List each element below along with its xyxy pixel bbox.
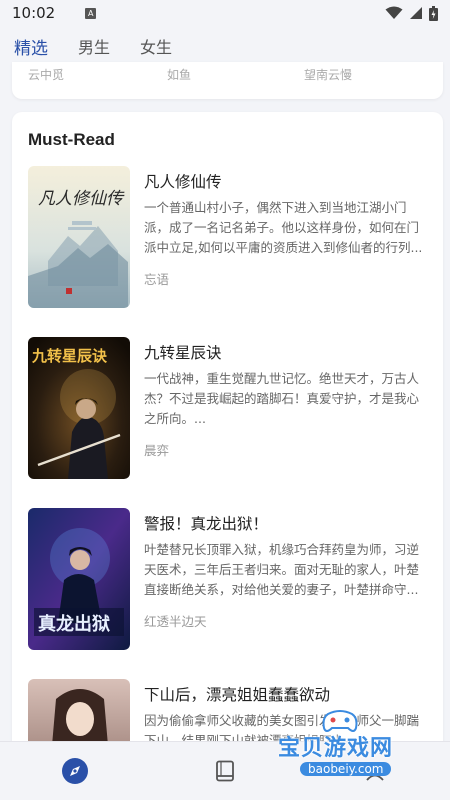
category-tabs: 精选 男生 女生 [0,26,450,66]
battery-icon [429,5,438,21]
book-title[interactable]: 凡人修仙传 [144,170,222,192]
book-item[interactable]: 凡人修仙传 凡人修仙传 一个普通山村小子，偶然下进入到当地江湖小门派，成了一名记… [28,166,428,308]
cover-title: 真龙出狱 [38,613,110,635]
book-author: 忘语 [144,272,170,287]
book-author: 晨弈 [144,443,170,458]
notification-icon: A [85,7,97,19]
status-icons [385,5,438,21]
author-name[interactable]: 云中觅 [28,66,64,83]
book-author: 红透半边天 [144,614,207,629]
must-read-card: Must-Read 凡人修仙传 凡人修仙传 一个普通山村小子，偶然下进入到当地江… [12,112,443,772]
nav-bookshelf-button[interactable] [205,751,245,791]
book-cover[interactable]: 真龙出狱 [28,508,130,650]
book-description: 一个普通山村小子，偶然下进入到当地江湖小门派，成了一名记名弟子。他以这样身份，如… [144,200,423,255]
status-time: 10:02 [12,4,56,22]
book-title[interactable]: 警报！真龙出狱！ [144,512,268,534]
book-cover[interactable]: 九转星辰诀 [28,337,130,479]
previous-section-card: 云中觅 如鱼 望南云慢 [12,62,443,99]
book-title[interactable]: 九转星辰诀 [144,341,222,363]
book-description: 一代战神，重生觉醒九世记忆。绝世天才，万古人杰？不过是我崛起的踏脚石！真爱守护，… [144,371,420,426]
wifi-icon [385,6,403,19]
book-title[interactable]: 下山后，漂亮姐姐蠢蠢欲动 [144,683,330,705]
book-icon [216,760,234,782]
nav-discover-button[interactable] [55,751,95,791]
watermark-text: 宝贝游戏网 [278,736,394,761]
book-cover[interactable]: 凡人修仙传 [28,166,130,308]
book-description: 叶楚替兄长顶罪入狱，机缘巧合拜药皇为师，习逆天医术，三年后王者归来。面对无耻的家… [144,542,420,597]
watermark: 宝贝游戏网 baobeiy.com [270,708,450,780]
tab-featured[interactable]: 精选 [14,34,48,59]
cover-title: 凡人修仙传 [38,189,125,209]
signal-icon [410,7,422,19]
author-name[interactable]: 望南云慢 [304,66,352,83]
tab-male[interactable]: 男生 [78,34,110,58]
author-name[interactable]: 如鱼 [167,66,191,83]
section-title: Must-Read [28,130,115,149]
book-item[interactable]: 九转星辰诀 九转星辰诀 一代战神，重生觉醒九世记忆。绝世天才，万古人杰？不过是我… [28,337,428,479]
watermark-url: baobeiy.com [300,762,392,776]
cover-title: 九转星辰诀 [31,347,108,365]
status-bar: 10:02 A [0,0,450,26]
tab-female[interactable]: 女生 [140,34,172,58]
book-item[interactable]: 真龙出狱 警报！真龙出狱！ 叶楚替兄长顶罪入狱，机缘巧合拜药皇为师，习逆天医术，… [28,508,428,650]
compass-icon [62,758,88,784]
